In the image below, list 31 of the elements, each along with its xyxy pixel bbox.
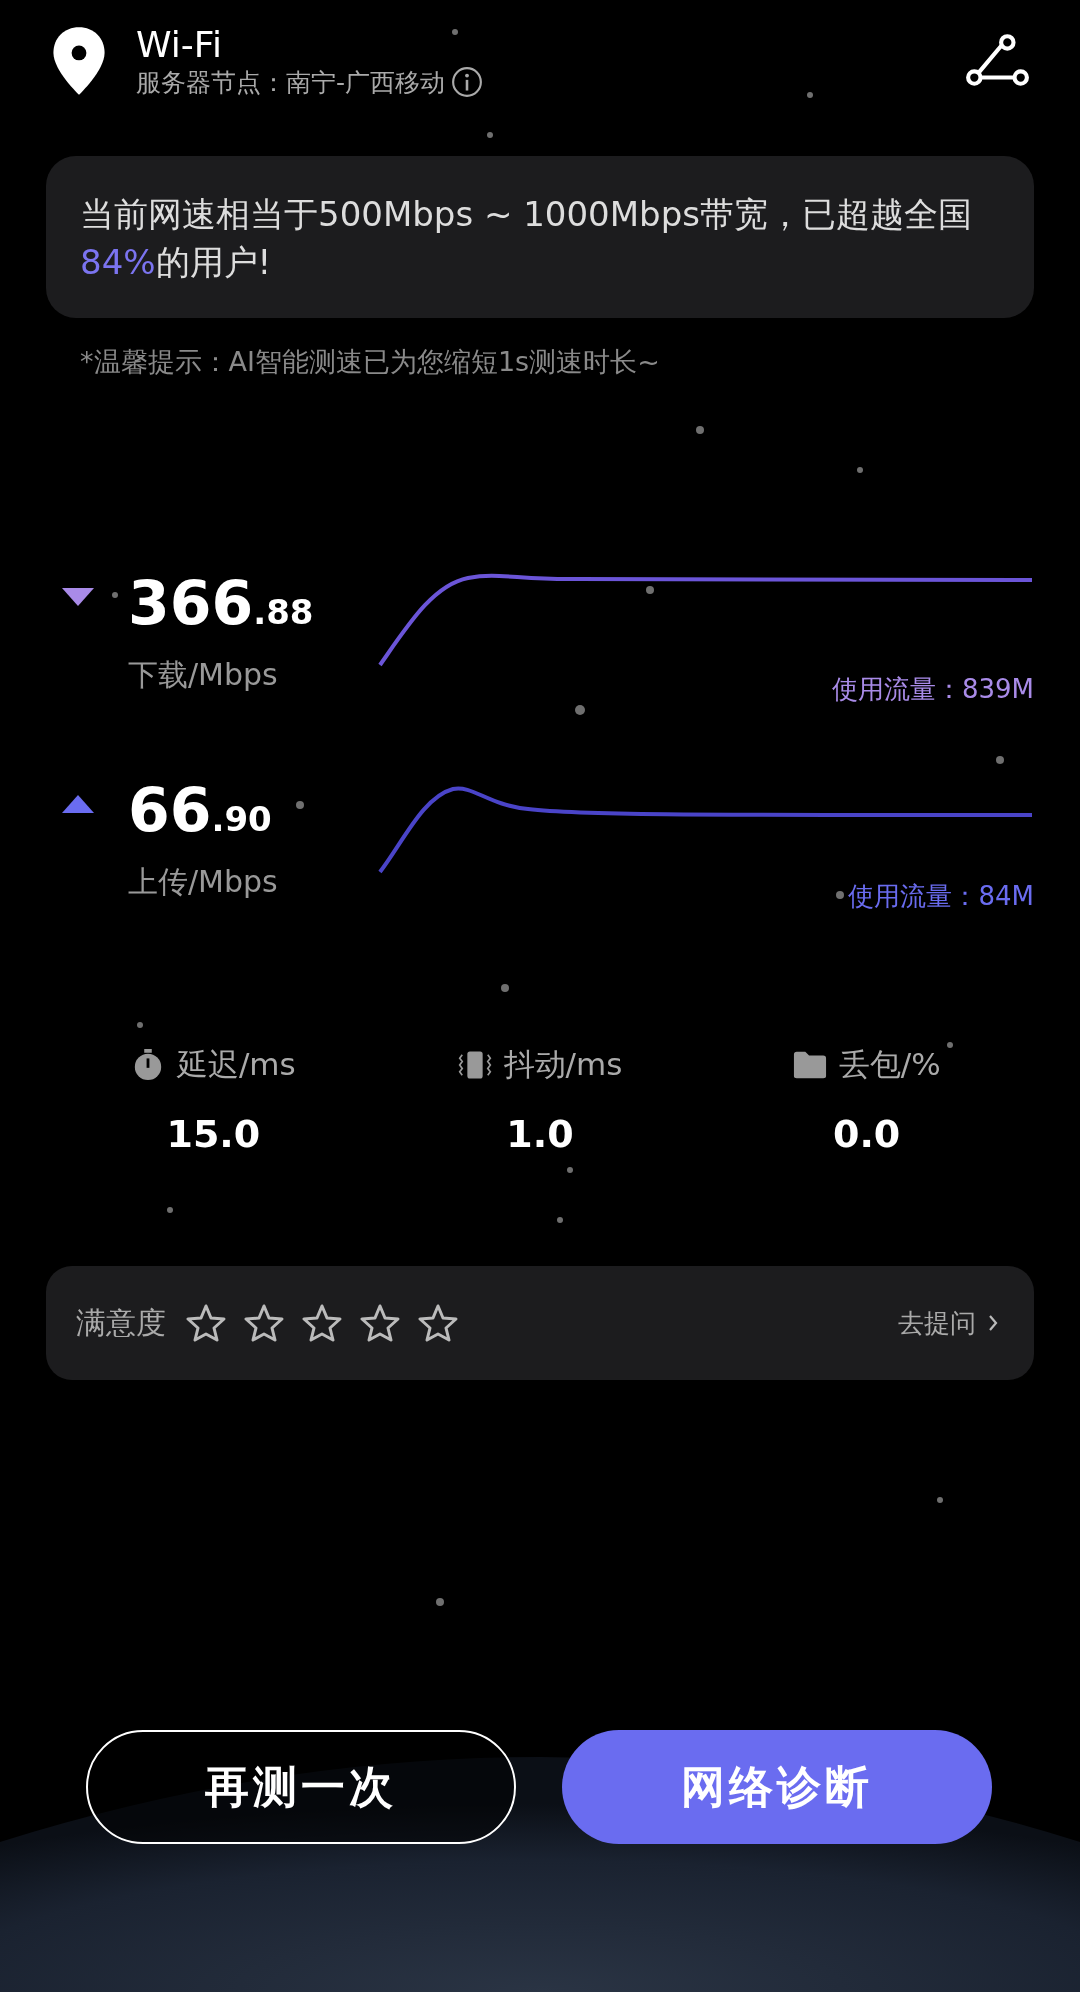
speed-unit: 下载/Mbps	[128, 656, 279, 694]
metric-value: 1.0	[506, 1112, 574, 1156]
chevron-right-icon	[988, 1314, 998, 1332]
retest-button[interactable]: 再测一次	[86, 1730, 516, 1844]
data-usage-label: 使用流量：84M	[848, 880, 1034, 913]
speed-value: 66.90	[128, 777, 273, 847]
star-icon[interactable]	[418, 1304, 458, 1342]
speed-unit: 上传/Mbps	[128, 863, 278, 901]
metric-value: 0.0	[833, 1112, 901, 1156]
network-title: Wi-Fi	[136, 23, 223, 66]
data-usage-label: 使用流量：839M	[831, 673, 1034, 706]
share-icon[interactable]	[964, 34, 1030, 88]
result-text: 当前网速相当于500Mbps ~ 1000Mbps带宽，已超越全国 84%的用户!	[80, 193, 973, 284]
metric-value: 15.0	[166, 1112, 261, 1156]
speed-value: 366.88	[128, 570, 314, 640]
metric-label: 延迟/ms	[176, 1045, 296, 1084]
satisfaction-label: 满意度	[76, 1303, 166, 1342]
star-icon[interactable]	[360, 1304, 400, 1342]
vibrating-phone-icon	[457, 1049, 492, 1081]
tip-text: *温馨提示：AI智能测速已为您缩短1s测速时长~	[80, 345, 661, 379]
metric-label: 抖动/ms	[503, 1045, 623, 1084]
info-icon[interactable]	[451, 66, 484, 98]
ask-question-link[interactable]: 去提问	[898, 1305, 998, 1341]
server-node-label: 服务器节点：南宁-广西移动	[136, 66, 446, 99]
star-icon[interactable]	[244, 1304, 284, 1342]
diagnose-button[interactable]: 网络诊断	[562, 1730, 992, 1844]
folder-icon	[792, 1049, 827, 1081]
location-pin-icon	[52, 26, 106, 96]
star-icon[interactable]	[302, 1304, 342, 1342]
metric-label: 丢包/%	[838, 1045, 941, 1084]
star-icon[interactable]	[186, 1304, 226, 1342]
